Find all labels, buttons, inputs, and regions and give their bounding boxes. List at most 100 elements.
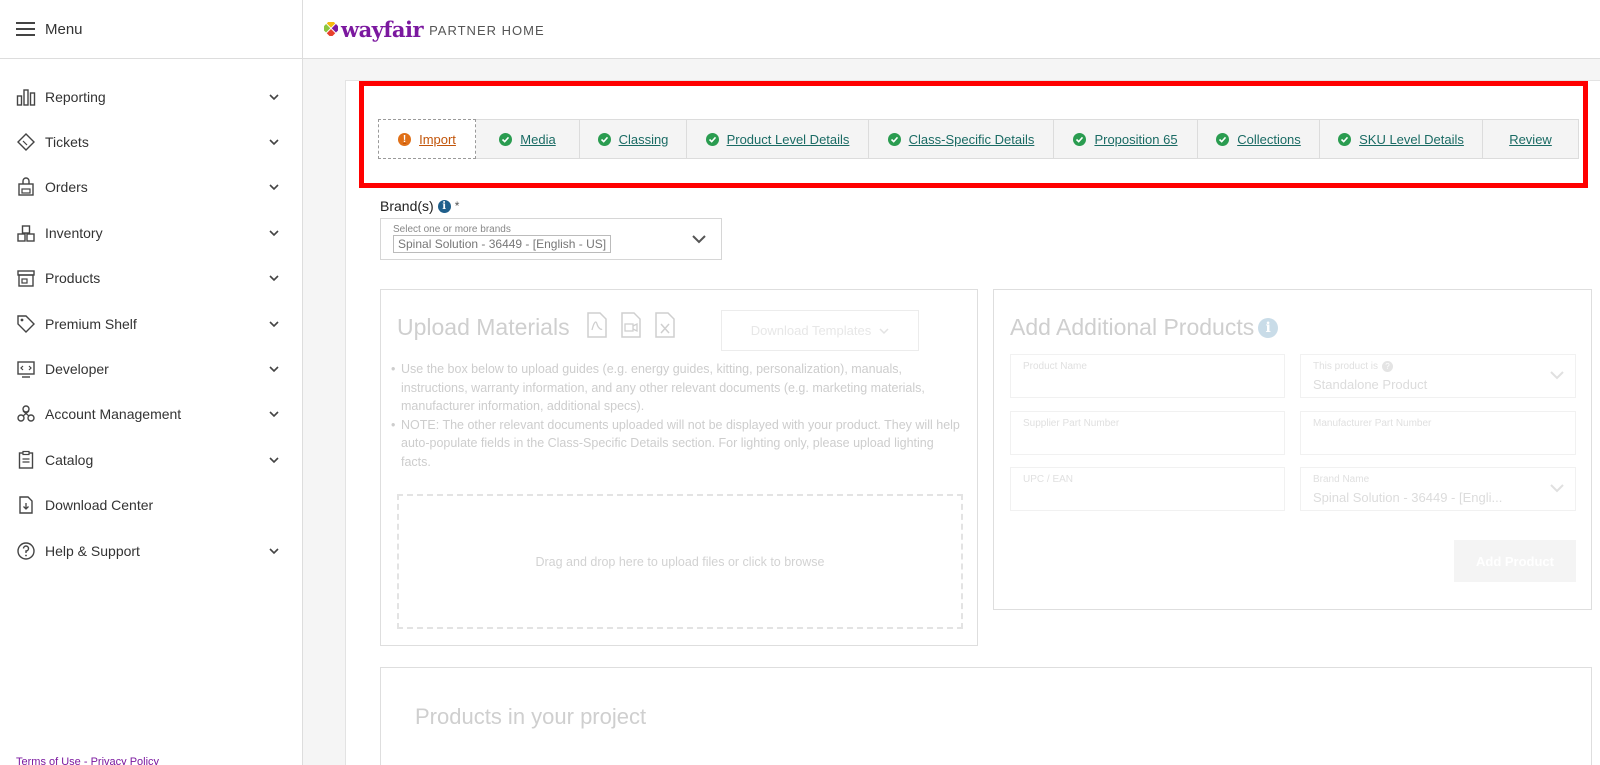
sidebar-item-catalog[interactable]: Catalog <box>0 437 302 482</box>
sidebar-item-label: Catalog <box>45 451 94 468</box>
logo-wordmark: wayfair <box>341 16 424 42</box>
tab-label: Collections <box>1237 131 1301 147</box>
required-marker: * <box>454 199 460 213</box>
upc-input[interactable]: UPC / EAN <box>1010 467 1285 511</box>
check-circle-icon <box>1216 132 1230 146</box>
add-products-title-text: Add Additional Products <box>1010 314 1255 340</box>
chevron-down-icon <box>879 327 889 334</box>
add-product-button[interactable]: Add Product <box>1454 540 1576 582</box>
manufacturer-part-input[interactable]: Manufacturer Part Number <box>1300 411 1576 455</box>
sidebar-item-label: Inventory <box>45 224 103 241</box>
warning-circle-icon: ! <box>398 132 412 146</box>
sidebar-item-inventory[interactable]: Inventory <box>0 210 302 255</box>
chevron-down-icon <box>269 321 279 327</box>
tab-proposition-65[interactable]: Proposition 65 <box>1054 119 1198 159</box>
file-type-icons <box>586 312 676 338</box>
terms-link[interactable]: Terms of Use <box>16 756 81 765</box>
wizard-tabs: ! Import Media Classing Product Level Detail… <box>378 119 1579 159</box>
sidebar-item-help-support[interactable]: Help & Support <box>0 528 302 573</box>
sidebar-item-label: Developer <box>45 361 109 378</box>
chevron-down-icon <box>269 230 279 236</box>
brands-select[interactable]: Select one or more brands Spinal Solutio… <box>380 218 722 260</box>
menu-toggle[interactable]: Menu <box>0 0 302 59</box>
check-circle-icon <box>1338 132 1352 146</box>
tab-sku-level-details[interactable]: SKU Level Details <box>1320 119 1483 159</box>
chevron-down-icon <box>269 548 279 554</box>
tab-label: Classing <box>618 131 669 147</box>
check-circle-icon <box>705 132 719 146</box>
chevron-down-icon <box>1550 484 1564 493</box>
chevron-down-icon <box>692 235 706 244</box>
ticket-icon <box>16 132 36 152</box>
upload-materials-panel: Upload Materials Download Templates Use … <box>380 289 978 646</box>
storefront-icon <box>16 268 36 288</box>
sidebar-item-premium-shelf[interactable]: Premium Shelf <box>0 301 302 346</box>
product-type-select[interactable]: This product is? Standalone Product <box>1300 354 1576 398</box>
file-dropzone[interactable]: Drag and drop here to upload files or cl… <box>397 494 963 629</box>
question-icon[interactable]: ? <box>1382 361 1394 372</box>
network-icon <box>16 404 36 424</box>
tab-label: Media <box>520 131 556 147</box>
tab-media[interactable]: Media <box>476 119 580 159</box>
bar-chart-icon <box>16 87 36 107</box>
brands-label: Brand(s) i * <box>380 198 459 214</box>
footer-links: Terms of Use - Privacy Policy <box>16 756 159 765</box>
dropzone-text: Drag and drop here to upload files or cl… <box>535 554 825 569</box>
info-icon[interactable]: i <box>1258 317 1279 338</box>
hamburger-icon <box>16 22 35 36</box>
download-templates-button[interactable]: Download Templates <box>721 310 919 351</box>
chevron-down-icon <box>269 366 279 373</box>
sidebar-item-reporting[interactable]: Reporting <box>0 74 302 119</box>
product-name-input[interactable]: Product Name <box>1010 354 1285 398</box>
supplier-part-input[interactable]: Supplier Part Number <box>1010 411 1285 455</box>
chevron-down-icon <box>269 184 279 191</box>
check-circle-icon <box>887 132 901 146</box>
project-products-title: Products in your project <box>415 704 647 729</box>
sidebar-item-label: Help & Support <box>45 542 140 559</box>
manufacturer-part-label: Manufacturer Part Number <box>1313 418 1432 429</box>
tab-label: Proposition 65 <box>1094 131 1178 147</box>
info-icon[interactable]: i <box>437 199 451 213</box>
product-name-label: Product Name <box>1023 361 1087 372</box>
brand-name-label: Brand Name <box>1313 474 1370 485</box>
sidebar-item-tickets[interactable]: Tickets <box>0 119 302 164</box>
code-screen-icon <box>16 359 36 379</box>
sidebar-item-label: Orders <box>45 179 88 196</box>
sidebar-item-download-center[interactable]: Download Center <box>0 483 302 528</box>
sidebar-item-products[interactable]: Products <box>0 256 302 301</box>
sidebar-item-label: Download Center <box>45 497 154 514</box>
supplier-part-label: Supplier Part Number <box>1023 418 1120 429</box>
sidebar-item-label: Reporting <box>45 88 106 105</box>
brand-name-select[interactable]: Brand Name Spinal Solution - 36449 - [En… <box>1300 467 1576 511</box>
tab-label: Product Level Details <box>726 131 850 147</box>
brands-label-text: Brand(s) <box>380 198 434 214</box>
chevron-down-icon <box>1550 371 1564 380</box>
tab-collections[interactable]: Collections <box>1198 119 1320 159</box>
product-type-value: Standalone Product <box>1313 377 1428 392</box>
top-header: wayfair PARTNER HOME <box>303 0 1600 59</box>
footer-separator: - <box>80 756 91 765</box>
brands-placeholder: Select one or more brands <box>393 224 511 235</box>
menu-label: Menu <box>45 20 83 38</box>
wayfair-logo[interactable]: wayfair PARTNER HOME <box>324 17 545 42</box>
instruction-item: NOTE: The other relevant documents uploa… <box>391 416 961 472</box>
download-templates-label: Download Templates <box>750 323 872 338</box>
brands-selected-chip[interactable]: Spinal Solution - 36449 - [English - US] <box>393 235 612 253</box>
sidebar: Menu Reporting Tickets Orders Inventory Prod… <box>0 0 303 765</box>
shopping-bag-icon <box>16 177 36 197</box>
tab-product-level-details[interactable]: Product Level Details <box>687 119 869 159</box>
sidebar-item-orders[interactable]: Orders <box>0 165 302 210</box>
tab-review[interactable]: Review <box>1483 119 1579 159</box>
tab-import[interactable]: ! Import <box>378 119 476 159</box>
tab-classing[interactable]: Classing <box>580 119 687 159</box>
upload-instructions: Use the box below to upload guides (e.g.… <box>391 360 961 472</box>
upc-label: UPC / EAN <box>1023 474 1074 485</box>
sidebar-item-account-management[interactable]: Account Management <box>0 392 302 437</box>
privacy-link[interactable]: Privacy Policy <box>91 756 159 765</box>
add-products-panel: Add Additional Products i Product Name T… <box>993 289 1592 610</box>
tab-class-specific-details[interactable]: Class-Specific Details <box>869 119 1054 159</box>
tab-label: Review <box>1509 131 1552 147</box>
brand-name-value: Spinal Solution - 36449 - [Engli... <box>1313 490 1503 505</box>
sidebar-item-developer[interactable]: Developer <box>0 346 302 391</box>
chevron-down-icon <box>269 275 279 282</box>
